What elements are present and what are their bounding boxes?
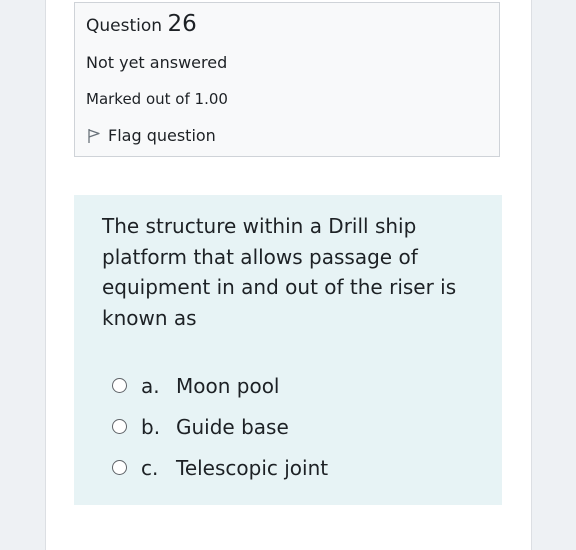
answer-option-b[interactable]: b. Guide base bbox=[112, 406, 328, 447]
answer-label: Guide base bbox=[176, 414, 289, 439]
question-text: The structure within a Drill ship platfo… bbox=[102, 214, 457, 330]
question-grade: Marked out of 1.00 bbox=[86, 90, 228, 108]
answer-options: a. Moon pool b. Guide base c. Telescopic… bbox=[112, 365, 328, 488]
question-state: Not yet answered bbox=[86, 53, 228, 72]
radio-button-a[interactable] bbox=[112, 378, 127, 393]
flag-icon bbox=[88, 128, 100, 143]
question-title: Question 26 bbox=[86, 11, 197, 37]
answer-option-a[interactable]: a. Moon pool bbox=[112, 365, 328, 406]
question-number: 26 bbox=[167, 11, 197, 37]
answer-label: Moon pool bbox=[176, 373, 280, 398]
answer-option-c[interactable]: c. Telescopic joint bbox=[112, 447, 328, 488]
answer-letter: b. bbox=[141, 414, 161, 439]
answer-label: Telescopic joint bbox=[176, 455, 329, 480]
question-title-prefix: Question bbox=[86, 16, 163, 36]
radio-button-b[interactable] bbox=[112, 419, 127, 434]
radio-button-c[interactable] bbox=[112, 460, 127, 475]
flag-question-label: Flag question bbox=[108, 126, 216, 145]
flag-question-link[interactable]: Flag question bbox=[86, 126, 216, 145]
question-info-panel: Question 26 Not yet answered Marked out … bbox=[74, 2, 500, 157]
question-content: The structure within a Drill ship platfo… bbox=[74, 195, 502, 505]
answer-letter: c. bbox=[141, 455, 159, 480]
answer-letter: a. bbox=[141, 373, 160, 398]
